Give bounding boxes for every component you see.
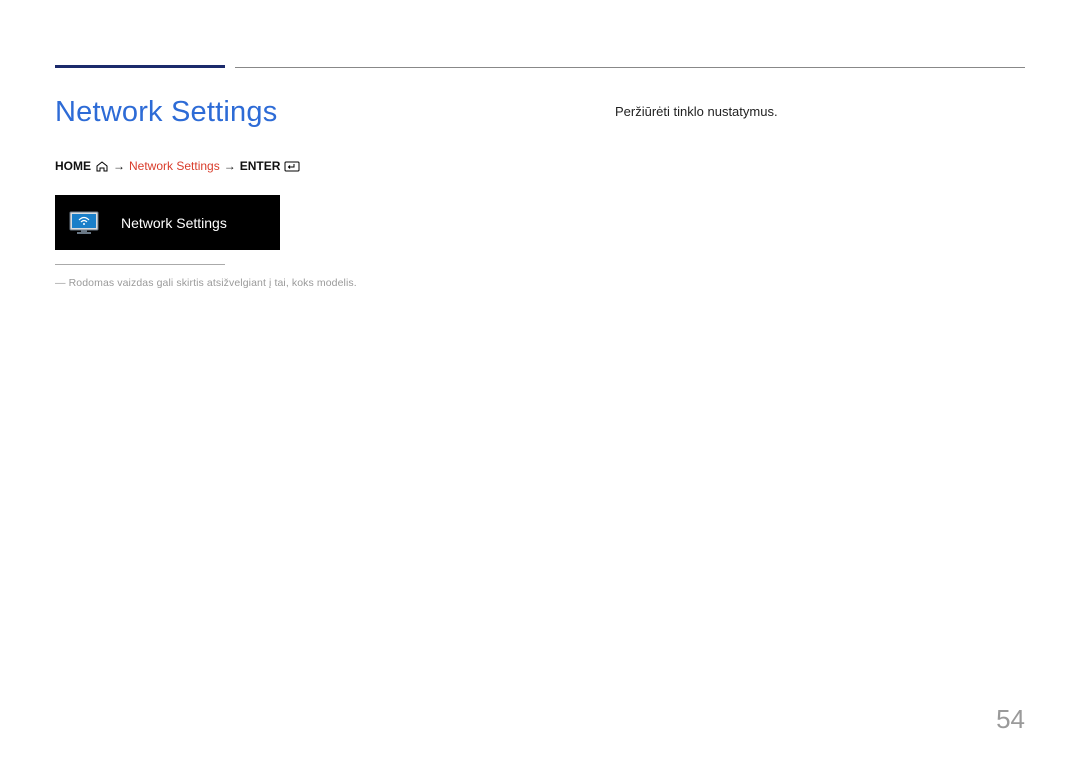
main-content: Network Settings HOME → Network Settings… bbox=[55, 96, 1025, 289]
footnote-text: ― Rodomas vaizdas gali skirtis atsižvelg… bbox=[55, 277, 445, 289]
tile-label: Network Settings bbox=[121, 215, 227, 231]
breadcrumb-arrow-2: → bbox=[224, 159, 236, 173]
breadcrumb-home: HOME bbox=[55, 159, 91, 173]
home-icon bbox=[95, 161, 109, 172]
short-header-rule bbox=[55, 65, 225, 68]
monitor-wifi-icon bbox=[69, 210, 99, 236]
footnote-rule bbox=[55, 264, 225, 265]
page-number: 54 bbox=[996, 704, 1025, 735]
page-title: Network Settings bbox=[55, 96, 445, 129]
network-settings-tile[interactable]: Network Settings bbox=[55, 195, 280, 250]
enter-icon bbox=[284, 161, 300, 172]
breadcrumb-enter: ENTER bbox=[240, 159, 281, 173]
right-column: Peržiūrėti tinklo nustatymus. bbox=[615, 96, 778, 289]
description-text: Peržiūrėti tinklo nustatymus. bbox=[615, 104, 778, 119]
long-header-rule bbox=[235, 67, 1025, 68]
left-column: Network Settings HOME → Network Settings… bbox=[55, 96, 445, 289]
breadcrumb-arrow-1: → bbox=[113, 159, 125, 173]
breadcrumb: HOME → Network Settings → ENTER bbox=[55, 159, 445, 173]
breadcrumb-current: Network Settings bbox=[129, 159, 220, 173]
header-rules bbox=[55, 65, 1025, 68]
